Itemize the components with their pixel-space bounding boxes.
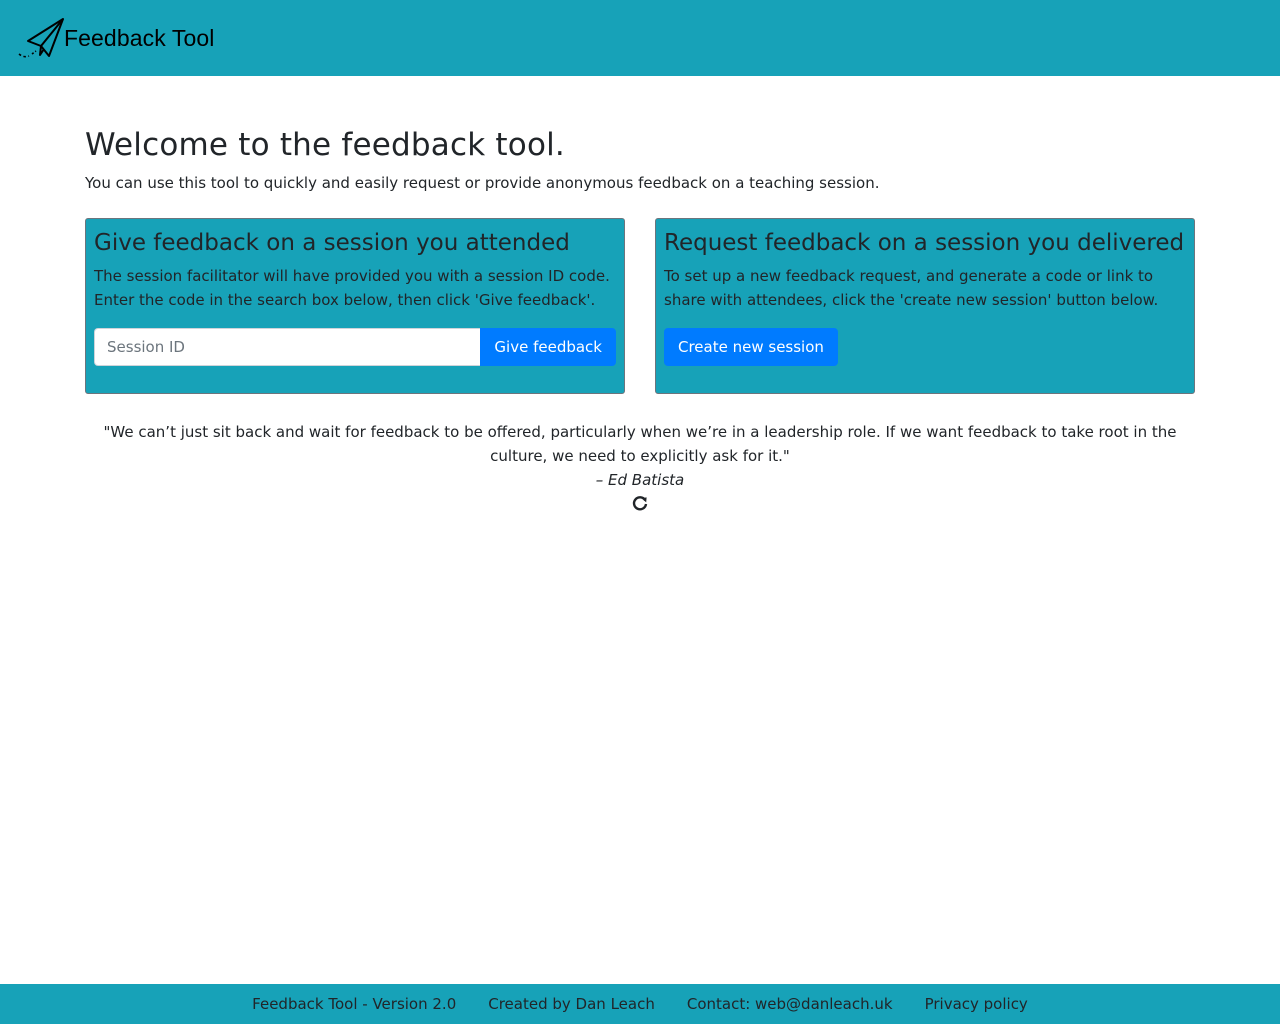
card-row: Give feedback on a session you attended … — [85, 218, 1195, 394]
request-feedback-title: Request feedback on a session you delive… — [664, 230, 1185, 256]
session-search-group: Give feedback — [94, 328, 616, 366]
paper-plane-icon — [18, 18, 64, 58]
top-navbar: Feedback Tool — [0, 0, 1280, 76]
give-feedback-card: Give feedback on a session you attended … — [85, 218, 625, 394]
refresh-icon[interactable] — [630, 494, 650, 514]
brand-link[interactable]: Feedback Tool — [16, 16, 214, 60]
create-new-session-button[interactable]: Create new session — [664, 328, 838, 366]
footer-created-by: Created by Dan Leach — [488, 995, 655, 1013]
page-title: Welcome to the feedback tool. — [85, 127, 565, 163]
footer-version: Feedback Tool - Version 2.0 — [252, 995, 457, 1013]
quote-block: "We can’t just sit back and wait for fee… — [85, 420, 1195, 520]
quote-author: – Ed Batista — [595, 471, 685, 489]
footer: Feedback Tool - Version 2.0 Created by D… — [0, 984, 1280, 1024]
footer-contact-link[interactable]: Contact: web@danleach.uk — [687, 995, 893, 1013]
brand-name: Feedback Tool — [64, 24, 215, 51]
give-feedback-button[interactable]: Give feedback — [480, 328, 616, 366]
request-feedback-text: To set up a new feedback request, and ge… — [664, 267, 1159, 309]
footer-privacy-link[interactable]: Privacy policy — [925, 995, 1028, 1013]
session-id-input[interactable] — [94, 328, 481, 366]
request-feedback-card: Request feedback on a session you delive… — [655, 218, 1195, 394]
main-content: Welcome to the feedback tool. You can us… — [85, 126, 1195, 520]
give-feedback-title: Give feedback on a session you attended — [94, 230, 570, 256]
give-feedback-text: The session facilitator will have provid… — [94, 267, 610, 309]
quote-text: "We can’t just sit back and wait for fee… — [103, 423, 1177, 465]
intro-text: You can use this tool to quickly and eas… — [85, 174, 880, 192]
